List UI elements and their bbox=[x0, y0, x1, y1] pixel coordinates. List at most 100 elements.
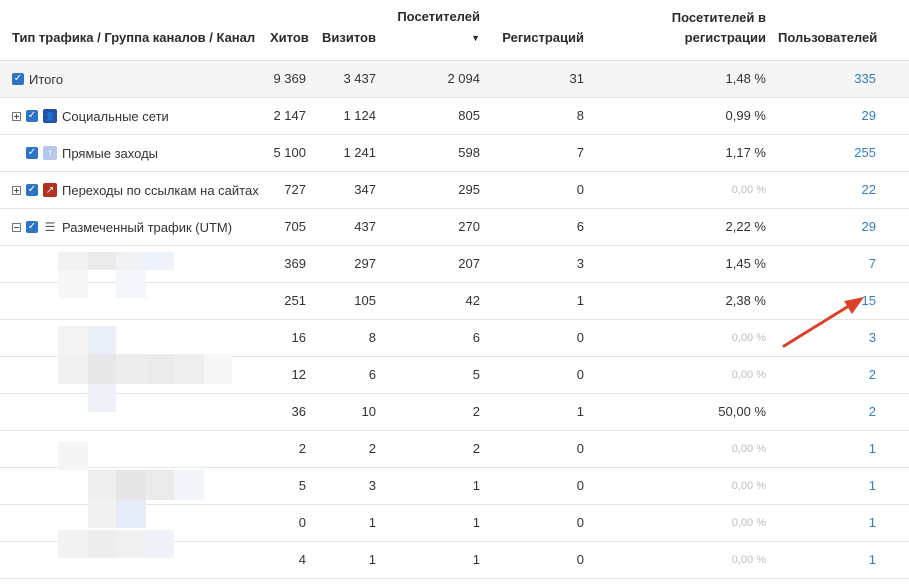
cell-visitors: 1 bbox=[382, 467, 486, 505]
cell-visits: 10 bbox=[312, 393, 382, 431]
cell-visits: 1 bbox=[312, 504, 382, 542]
cell-visits: 3 437 bbox=[312, 60, 382, 98]
cell-hits: 5 100 bbox=[264, 134, 312, 172]
cell-conv: 0,00 % bbox=[590, 430, 772, 468]
checkbox-checked[interactable]: ✓ bbox=[26, 110, 38, 123]
row-name: Социальные сети bbox=[62, 108, 169, 124]
cell-users[interactable]: 29 bbox=[772, 97, 909, 135]
cell-users[interactable]: 22 bbox=[772, 171, 909, 209]
cell-visits: 1 bbox=[312, 541, 382, 579]
cell-hits: 36 bbox=[264, 393, 312, 431]
cell-visitors: 2 bbox=[382, 393, 486, 431]
col-header-hits[interactable]: Хитов bbox=[264, 0, 312, 61]
sort-down-icon: ▼ bbox=[471, 32, 480, 43]
external-link-icon: ↗ bbox=[43, 183, 57, 198]
table-row-group[interactable]: ✓ 👤 Социальные сети 2 147 1 124 805 8 0,99 % 29 bbox=[0, 97, 909, 135]
cell-users[interactable]: 1 bbox=[772, 541, 909, 579]
annotation-arrow bbox=[782, 297, 864, 348]
checkbox-checked[interactable]: ✓ bbox=[26, 184, 38, 197]
cell-hits: 2 147 bbox=[264, 97, 312, 135]
cell-conv: 0,99 % bbox=[590, 97, 772, 135]
table-row-group[interactable]: ✓ ↗ Переходы по ссылкам на сайтах 727 347 295… bbox=[0, 171, 909, 209]
cell-conv: 0,00 % bbox=[590, 541, 772, 579]
cell-visitors: 295 bbox=[382, 171, 486, 209]
cell-visits: 437 bbox=[312, 208, 382, 246]
cell-users[interactable]: 2 bbox=[772, 356, 909, 394]
cell-hits: 0 bbox=[264, 504, 312, 542]
cell-users[interactable]: 255 bbox=[772, 134, 909, 172]
cell-hits: 251 bbox=[264, 282, 312, 320]
cell-users[interactable]: 1 bbox=[772, 467, 909, 505]
cell-name: ✓ ↑ Прямые заходы bbox=[0, 134, 264, 172]
cell-visitors: 598 bbox=[382, 134, 486, 172]
list-icon: ☰ bbox=[44, 220, 56, 235]
row-label: ✓ 👤 Социальные сети bbox=[12, 109, 169, 124]
col-header-visits[interactable]: Визитов bbox=[312, 0, 382, 61]
expand-icon[interactable] bbox=[12, 111, 21, 121]
cell-regs: 0 bbox=[486, 171, 590, 209]
cell-name: ✓ ↗ Переходы по ссылкам на сайтах bbox=[0, 171, 264, 209]
cell-hits: 2 bbox=[264, 430, 312, 468]
cell-users[interactable]: 29 bbox=[772, 208, 909, 246]
cell-hits: 12 bbox=[264, 356, 312, 394]
cell-visitors: 6 bbox=[382, 319, 486, 357]
row-label: ✓ ☰ Размеченный трафик (UTM) bbox=[12, 220, 232, 235]
cell-users[interactable]: 7 bbox=[772, 245, 909, 283]
checkbox-checked[interactable]: ✓ bbox=[26, 147, 38, 160]
cell-users[interactable]: 1 bbox=[772, 504, 909, 542]
cell-visits: 297 bbox=[312, 245, 382, 283]
cell-regs: 1 bbox=[486, 393, 590, 431]
row-name: Переходы по ссылкам на сайтах bbox=[62, 182, 259, 198]
table-row-group[interactable]: ✓ ☰ Размеченный трафик (UTM) 705 437 270 6 2,22… bbox=[0, 208, 909, 246]
cell-hits: 9 369 bbox=[264, 60, 312, 98]
cell-hits: 369 bbox=[264, 245, 312, 283]
expand-icon[interactable] bbox=[12, 185, 21, 195]
cell-users[interactable]: 1 bbox=[772, 430, 909, 468]
cell-users[interactable]: 335 bbox=[772, 60, 909, 98]
cell-regs: 0 bbox=[486, 541, 590, 579]
col-header-name[interactable]: Тип трафика / Группа каналов / Канал bbox=[0, 0, 264, 61]
cell-name: ✓ ☰ Размеченный трафик (UTM) bbox=[0, 208, 264, 246]
cell-conv: 1,17 % bbox=[590, 134, 772, 172]
cell-visitors: 42 bbox=[382, 282, 486, 320]
cell-visits: 6 bbox=[312, 356, 382, 394]
col-header-visitors-label: Посетителей bbox=[397, 8, 480, 24]
cell-visitors: 1 bbox=[382, 504, 486, 542]
col-header-regs[interactable]: Регистраций bbox=[486, 0, 590, 61]
row-label: ✓ Итого bbox=[12, 72, 63, 87]
table-row-total: ✓ Итого 9 369 3 437 2 094 31 1,48 % 335 bbox=[0, 60, 909, 98]
row-name: Размеченный трафик (UTM) bbox=[62, 219, 233, 235]
cell-conv: 2,22 % bbox=[590, 208, 772, 246]
row-name: Прямые заходы bbox=[62, 145, 159, 161]
cell-name: ✓ Итого bbox=[0, 60, 264, 98]
cell-conv: 0,00 % bbox=[590, 356, 772, 394]
cell-regs: 31 bbox=[486, 60, 590, 98]
traffic-report: Тип трафика / Группа каналов / Канал Хит… bbox=[0, 0, 909, 587]
table-header: Тип трафика / Группа каналов / Канал Хит… bbox=[0, 0, 909, 61]
cell-regs: 8 bbox=[486, 97, 590, 135]
checkbox-checked[interactable]: ✓ bbox=[26, 221, 38, 234]
cell-name: ✓ 👤 Социальные сети bbox=[0, 97, 264, 135]
checkbox-checked[interactable]: ✓ bbox=[12, 73, 24, 86]
user-icon: 👤 bbox=[43, 109, 57, 124]
cell-conv: 2,38 % bbox=[590, 282, 772, 320]
redacted-channel-names bbox=[30, 246, 246, 564]
cell-regs: 1 bbox=[486, 282, 590, 320]
cell-regs: 0 bbox=[486, 356, 590, 394]
row-label: ✓ ↗ Переходы по ссылкам на сайтах bbox=[12, 183, 259, 198]
collapse-icon[interactable] bbox=[12, 222, 21, 232]
cell-conv: 1,45 % bbox=[590, 245, 772, 283]
cell-visits: 105 bbox=[312, 282, 382, 320]
col-header-visitors[interactable]: Посетителей ▼ bbox=[382, 0, 486, 61]
cell-visitors: 270 bbox=[382, 208, 486, 246]
cell-regs: 0 bbox=[486, 504, 590, 542]
col-header-users[interactable]: Пользователей bbox=[772, 0, 909, 61]
cell-regs: 0 bbox=[486, 430, 590, 468]
cell-users[interactable]: 2 bbox=[772, 393, 909, 431]
table-row-group[interactable]: ✓ ↑ Прямые заходы 5 100 1 241 598 7 1,17 % 255 bbox=[0, 134, 909, 172]
arrow-up-icon: ↑ bbox=[43, 146, 57, 161]
col-header-conv[interactable]: Посетителей в регистрации bbox=[590, 0, 772, 61]
cell-regs: 0 bbox=[486, 319, 590, 357]
cell-visitors: 5 bbox=[382, 356, 486, 394]
